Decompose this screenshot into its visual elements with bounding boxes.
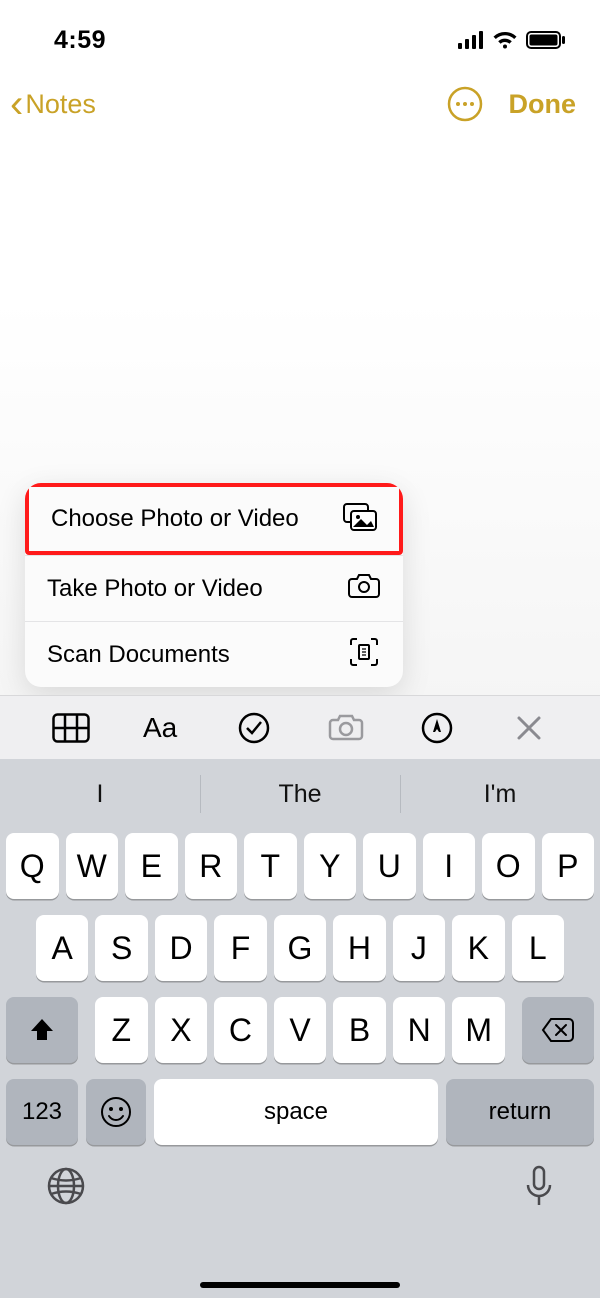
globe-icon — [46, 1166, 86, 1206]
key-d[interactable]: D — [155, 915, 207, 981]
close-toolbar-button[interactable] — [509, 708, 549, 748]
menu-item-label: Choose Photo or Video — [51, 505, 299, 533]
status-indicators — [458, 30, 566, 50]
insert-menu: Choose Photo or Video Take Photo or Vide… — [25, 483, 403, 687]
numbers-key[interactable]: 123 — [6, 1079, 78, 1145]
home-indicator[interactable] — [200, 1282, 400, 1288]
key-p[interactable]: P — [542, 833, 595, 899]
cellular-icon — [458, 31, 484, 49]
wifi-icon — [492, 30, 518, 50]
status-time: 4:59 — [54, 26, 106, 55]
camera-toolbar-button[interactable] — [326, 708, 366, 748]
shift-key[interactable] — [6, 997, 78, 1063]
prediction-1[interactable]: I — [0, 759, 200, 829]
close-icon — [516, 715, 542, 741]
back-button[interactable]: ‹ Notes — [10, 84, 96, 124]
emoji-key[interactable] — [86, 1079, 146, 1145]
prediction-3[interactable]: I'm — [400, 759, 600, 829]
markup-icon — [421, 712, 453, 744]
key-l[interactable]: L — [512, 915, 564, 981]
return-key[interactable]: return — [446, 1079, 594, 1145]
scan-document-icon — [347, 637, 381, 672]
key-r[interactable]: R — [185, 833, 238, 899]
notes-toolbar: Aa — [0, 695, 600, 759]
photo-library-icon — [343, 503, 377, 536]
key-g[interactable]: G — [274, 915, 326, 981]
menu-item-choose-photo[interactable]: Choose Photo or Video — [25, 483, 403, 555]
key-j[interactable]: J — [393, 915, 445, 981]
backspace-icon — [541, 1017, 575, 1043]
menu-item-take-photo[interactable]: Take Photo or Video — [25, 555, 403, 621]
key-c[interactable]: C — [214, 997, 267, 1063]
predictive-bar: I The I'm — [0, 759, 600, 829]
camera-icon — [347, 573, 381, 604]
key-t[interactable]: T — [244, 833, 297, 899]
checklist-button[interactable] — [234, 708, 274, 748]
text-format-icon: Aa — [143, 713, 183, 743]
key-a[interactable]: A — [36, 915, 88, 981]
table-icon — [52, 713, 90, 743]
key-q[interactable]: Q — [6, 833, 59, 899]
done-button[interactable]: Done — [509, 89, 577, 120]
status-bar: 4:59 — [0, 0, 600, 58]
menu-item-label: Take Photo or Video — [47, 575, 263, 603]
key-h[interactable]: H — [333, 915, 385, 981]
key-o[interactable]: O — [482, 833, 535, 899]
menu-item-scan-documents[interactable]: Scan Documents — [25, 621, 403, 687]
key-x[interactable]: X — [155, 997, 208, 1063]
key-f[interactable]: F — [214, 915, 266, 981]
svg-text:Aa: Aa — [143, 713, 178, 743]
mic-icon — [524, 1165, 554, 1207]
markup-button[interactable] — [417, 708, 457, 748]
key-m[interactable]: M — [452, 997, 505, 1063]
shift-icon — [28, 1016, 56, 1044]
key-w[interactable]: W — [66, 833, 119, 899]
prediction-2[interactable]: The — [200, 759, 400, 829]
key-u[interactable]: U — [363, 833, 416, 899]
key-y[interactable]: Y — [304, 833, 357, 899]
note-body[interactable] — [0, 124, 600, 464]
battery-icon — [526, 31, 566, 49]
keyboard: I The I'm QWERTYUIOP ASDFGHJKL ZXCVBNM 1… — [0, 759, 600, 1298]
more-button[interactable] — [447, 86, 483, 122]
space-key[interactable]: space — [154, 1079, 438, 1145]
back-label: Notes — [25, 89, 96, 120]
ellipsis-circle-icon — [447, 86, 483, 122]
text-format-button[interactable]: Aa — [143, 708, 183, 748]
chevron-left-icon: ‹ — [10, 84, 23, 124]
key-s[interactable]: S — [95, 915, 147, 981]
emoji-icon — [100, 1096, 132, 1128]
globe-key[interactable] — [46, 1166, 86, 1211]
nav-bar: ‹ Notes Done — [0, 58, 600, 124]
key-v[interactable]: V — [274, 997, 327, 1063]
menu-item-label: Scan Documents — [47, 641, 230, 669]
backspace-key[interactable] — [522, 997, 594, 1063]
table-button[interactable] — [51, 708, 91, 748]
key-i[interactable]: I — [423, 833, 476, 899]
camera-icon — [328, 713, 364, 743]
key-b[interactable]: B — [333, 997, 386, 1063]
key-k[interactable]: K — [452, 915, 504, 981]
dictation-key[interactable] — [524, 1165, 554, 1212]
key-z[interactable]: Z — [95, 997, 148, 1063]
checkmark-circle-icon — [238, 712, 270, 744]
key-n[interactable]: N — [393, 997, 446, 1063]
key-e[interactable]: E — [125, 833, 178, 899]
